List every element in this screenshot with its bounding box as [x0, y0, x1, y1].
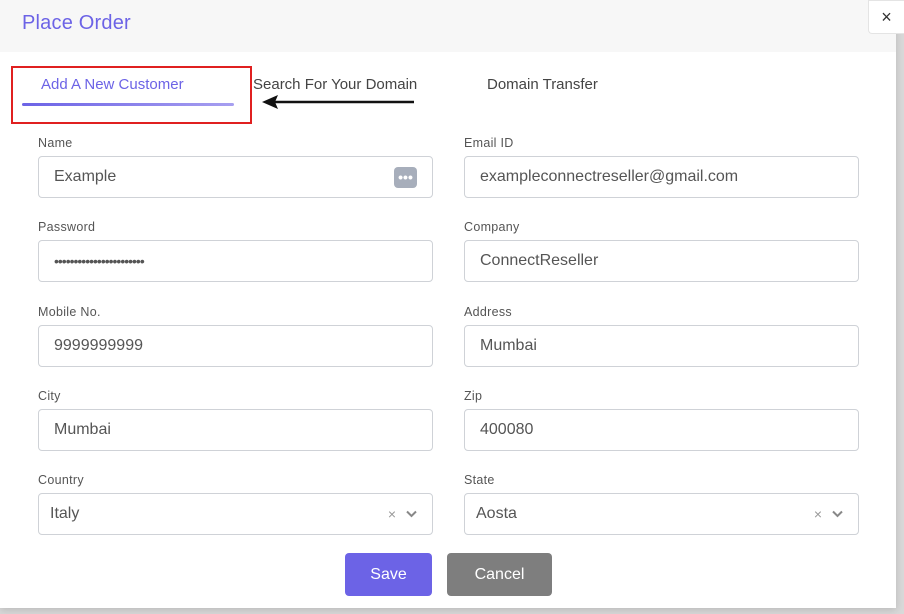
name-label: Name — [38, 136, 73, 150]
zip-label: Zip — [464, 389, 483, 403]
close-icon[interactable]: × — [868, 0, 904, 34]
state-chevron-down-icon[interactable] — [832, 510, 843, 518]
mobile-field-group: Mobile No. 9999999999 — [38, 305, 433, 367]
address-field-group: Address Mumbai — [464, 305, 859, 367]
state-value: Aosta — [476, 505, 517, 522]
country-label: Country — [38, 473, 84, 487]
country-select-controls: × — [388, 506, 417, 522]
company-input[interactable]: ConnectReseller — [464, 240, 859, 282]
address-input[interactable]: Mumbai — [464, 325, 859, 367]
country-clear-icon[interactable]: × — [388, 506, 396, 522]
state-select-controls: × — [814, 506, 843, 522]
country-select[interactable]: Italy × — [38, 493, 433, 535]
annotation-arrow-icon — [262, 95, 414, 109]
modal-header: Place Order — [0, 0, 896, 52]
cancel-button[interactable]: Cancel — [447, 553, 552, 596]
company-label: Company — [464, 220, 520, 234]
state-clear-icon[interactable]: × — [814, 506, 822, 522]
mobile-input[interactable]: 9999999999 — [38, 325, 433, 367]
tab-search-domain[interactable]: Search For Your Domain — [253, 76, 417, 93]
zip-input[interactable]: 400080 — [464, 409, 859, 451]
city-field-group: City Mumbai — [38, 389, 433, 451]
mobile-value: 9999999999 — [54, 337, 143, 354]
password-input[interactable]: ••••••••••••••••••••••• — [38, 240, 433, 282]
address-value: Mumbai — [480, 337, 537, 354]
email-value: exampleconnectreseller@gmail.com — [480, 168, 739, 185]
password-value: ••••••••••••••••••••••• — [54, 253, 145, 269]
state-select[interactable]: Aosta × — [464, 493, 859, 535]
email-label: Email ID — [464, 136, 514, 150]
mobile-label: Mobile No. — [38, 305, 101, 319]
zip-value: 400080 — [480, 421, 534, 438]
state-field-group: State Aosta × — [464, 473, 859, 535]
password-field-group: Password ••••••••••••••••••••••• — [38, 220, 433, 282]
email-field-group: Email ID exampleconnectreseller@gmail.co… — [464, 136, 859, 198]
name-input[interactable]: Example ••• — [38, 156, 433, 198]
tab-domain-transfer[interactable]: Domain Transfer — [487, 76, 598, 93]
company-field-group: Company ConnectReseller — [464, 220, 859, 282]
password-manager-icon[interactable]: ••• — [394, 166, 417, 188]
modal-title: Place Order — [22, 12, 131, 34]
password-label: Password — [38, 220, 96, 234]
zip-field-group: Zip 400080 — [464, 389, 859, 451]
city-label: City — [38, 389, 61, 403]
annotation-highlight-box — [11, 66, 252, 124]
save-button[interactable]: Save — [345, 553, 432, 596]
country-chevron-down-icon[interactable] — [406, 510, 417, 518]
state-label: State — [464, 473, 495, 487]
country-field-group: Country Italy × — [38, 473, 433, 535]
name-value: Example — [54, 168, 117, 185]
city-input[interactable]: Mumbai — [38, 409, 433, 451]
city-value: Mumbai — [54, 421, 111, 438]
company-value: ConnectReseller — [480, 252, 599, 269]
email-input[interactable]: exampleconnectreseller@gmail.com — [464, 156, 859, 198]
name-field-group: Name Example ••• — [38, 136, 433, 198]
address-label: Address — [464, 305, 512, 319]
country-value: Italy — [50, 505, 80, 522]
